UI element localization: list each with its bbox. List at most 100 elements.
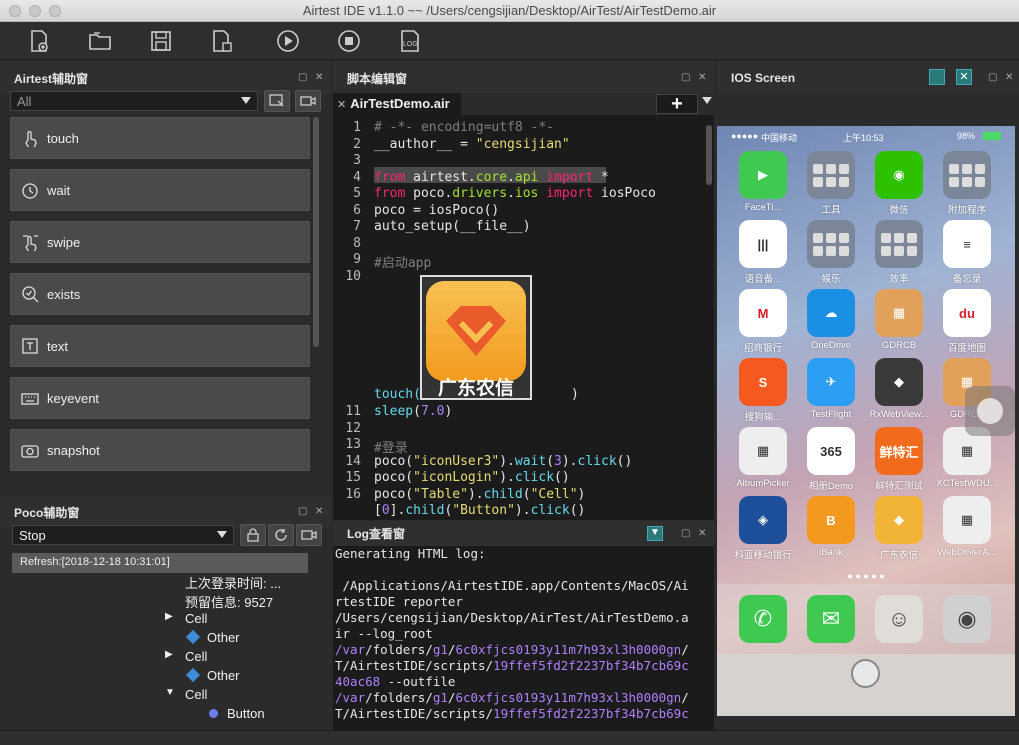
poco-refresh-row[interactable]: Refresh:[2018-12-18 10:31:01] xyxy=(12,553,308,573)
app-icon-12[interactable]: S 搜狗输... xyxy=(729,358,797,423)
float-panel-icon[interactable]: ▢ xyxy=(681,72,690,83)
lock-button[interactable] xyxy=(240,524,266,546)
time-label: 上午10:53 xyxy=(843,133,884,143)
touch-image-preview[interactable]: 广东农信 xyxy=(420,275,532,400)
app-icon-4[interactable]: ||| 语音备... xyxy=(729,220,797,285)
app-icon-7[interactable]: ≡ 备忘录 xyxy=(933,220,1001,285)
app-icon-14[interactable]: ◆ RxWebView... xyxy=(865,358,933,420)
helper-item-keyevent[interactable]: keyevent xyxy=(10,377,310,419)
helper-item-label: wait xyxy=(47,182,71,198)
run-button[interactable] xyxy=(275,28,301,54)
filter-icon[interactable]: ▼ xyxy=(647,526,663,541)
app-icon-20[interactable]: ◈ 科蓝移动银行 xyxy=(729,496,797,561)
app-icon-22[interactable]: ◆ 广东农信 xyxy=(865,496,933,561)
log-output[interactable]: Generating HTML log: /Applications/Airte… xyxy=(333,546,714,730)
app-icon-6[interactable]: 效率 xyxy=(865,220,933,285)
helper-item-swipe[interactable]: swipe xyxy=(10,221,310,263)
app-glyph-icon: ◆ xyxy=(875,496,923,544)
tree-node[interactable]: ▶ Cell xyxy=(165,611,207,626)
layout-toggle-icon[interactable] xyxy=(929,69,945,85)
app-icon-16[interactable]: ▦ AlbumPicker xyxy=(729,427,797,489)
new-tab-button[interactable]: + xyxy=(656,94,698,114)
expand-arrow-icon[interactable]: ▶ xyxy=(165,649,173,660)
app-icon-9[interactable]: ☁ OneDrive xyxy=(797,289,865,351)
save-button[interactable] xyxy=(148,28,174,54)
view-log-button[interactable]: LOG xyxy=(397,28,423,54)
close-panel-icon[interactable]: ✕ xyxy=(698,528,706,539)
app-icon-1[interactable]: 工具 xyxy=(797,151,865,216)
close-panel-icon[interactable]: ✕ xyxy=(315,506,323,517)
app-icon-5[interactable]: 娱乐 xyxy=(797,220,865,285)
expand-arrow-icon[interactable]: ▶ xyxy=(165,611,173,622)
tree-node[interactable]: 预留信息: 9527 xyxy=(185,592,273,611)
tree-node[interactable]: Other xyxy=(185,629,240,645)
float-panel-icon[interactable]: ▢ xyxy=(988,72,997,83)
dock-camera-icon[interactable]: ◉ xyxy=(933,595,1001,643)
ios-screen-header: IOS Screen ✕ ▢ ✕ xyxy=(717,62,1019,94)
battery-percent: 98% xyxy=(957,131,976,141)
layer-icon xyxy=(185,629,201,645)
tree-node[interactable]: 上次登录时间: ... xyxy=(185,573,281,592)
close-panel-icon[interactable]: ✕ xyxy=(315,72,323,83)
screen-select-button[interactable] xyxy=(264,90,290,112)
app-label: AlbumPicker xyxy=(736,478,790,489)
app-icon-23[interactable]: ▦ WebDriverA... xyxy=(933,496,1001,558)
collapse-arrow-icon[interactable]: ▼ xyxy=(165,687,175,698)
open-folder-button[interactable] xyxy=(87,28,113,54)
dock-messages-icon[interactable]: ✉ xyxy=(797,595,865,643)
editor-scrollbar[interactable] xyxy=(706,125,712,185)
app-icon-17[interactable]: 365 相册Demo xyxy=(797,427,865,492)
app-icon-13[interactable]: ✈ TestFlight xyxy=(797,358,865,420)
tree-node[interactable]: Other xyxy=(185,667,240,683)
app-icon-8[interactable]: M 招商银行 xyxy=(729,289,797,354)
tree-node[interactable]: ▼ Cell xyxy=(165,687,207,702)
helper-item-wait[interactable]: wait xyxy=(10,169,310,211)
helper-filter-select[interactable]: All xyxy=(10,91,258,111)
tools-icon[interactable]: ✕ xyxy=(956,69,972,85)
tab-menu-chevron-icon[interactable] xyxy=(702,97,712,104)
app-icon-10[interactable]: ▦ GDRCB xyxy=(865,289,933,351)
app-label: 微信 xyxy=(889,205,909,216)
helper-item-snapshot[interactable]: snapshot xyxy=(10,429,310,471)
close-tab-icon[interactable]: ✕ xyxy=(337,99,346,111)
poco-ui-tree: 上次登录时间: ... 预留信息: 9527 ▶ Cell Other ▶ Cell Othe… xyxy=(11,573,316,729)
helper-item-touch[interactable]: touch xyxy=(10,117,310,159)
app-icon-0[interactable]: ▶ FaceTi... xyxy=(729,151,797,213)
app-icon-21[interactable]: BiBank xyxy=(797,496,865,558)
helper-scrollbar[interactable] xyxy=(313,117,319,347)
dock-contacts-icon[interactable]: ☺ xyxy=(865,595,933,643)
close-panel-icon[interactable]: ✕ xyxy=(1005,72,1013,83)
dock-phone-icon[interactable]: ✆ xyxy=(729,595,797,643)
page-dots[interactable]: ● ● ● ● ● xyxy=(717,571,1015,581)
tree-node[interactable]: Button xyxy=(209,706,265,721)
app-icon-2[interactable]: ◉ 微信 xyxy=(865,151,933,216)
close-panel-icon[interactable]: ✕ xyxy=(698,72,706,83)
save-as-button[interactable] xyxy=(209,28,235,54)
line-number: 16 xyxy=(345,486,361,502)
app-icon-19[interactable]: ▦ XCTestWDU... xyxy=(933,427,1001,489)
element-dot-icon xyxy=(209,709,218,718)
app-icon-3[interactable]: 附加程序 xyxy=(933,151,1001,216)
float-panel-icon[interactable]: ▢ xyxy=(298,72,307,83)
assistive-touch-button[interactable] xyxy=(965,386,1015,436)
app-glyph-icon xyxy=(943,151,991,199)
poco-mode-select[interactable]: Stop xyxy=(12,525,234,545)
home-button[interactable] xyxy=(851,659,880,688)
app-icon-11[interactable]: du 百度地图 xyxy=(933,289,1001,354)
helper-item-text[interactable]: text xyxy=(10,325,310,367)
app-icon-18[interactable]: 鲜特汇 鲜特汇测试 xyxy=(865,427,933,492)
tab-airtestdemo[interactable]: ✕ AirTestDemo.air xyxy=(333,93,461,115)
helper-item-exists[interactable]: exists xyxy=(10,273,310,315)
tree-node-label: Other xyxy=(207,630,240,645)
float-panel-icon[interactable]: ▢ xyxy=(681,528,690,539)
poco-record-button[interactable] xyxy=(296,524,322,546)
new-file-button[interactable] xyxy=(26,28,52,54)
app-glyph-icon: ◆ xyxy=(875,358,923,406)
refresh-button[interactable] xyxy=(268,524,294,546)
tree-node[interactable]: ▶ Cell xyxy=(165,649,207,664)
record-button[interactable] xyxy=(295,90,321,112)
code-line: auto_setup(__file__) xyxy=(374,219,531,234)
app-glyph-icon: ≡ xyxy=(943,220,991,268)
float-panel-icon[interactable]: ▢ xyxy=(298,506,307,517)
stop-button[interactable] xyxy=(336,28,362,54)
